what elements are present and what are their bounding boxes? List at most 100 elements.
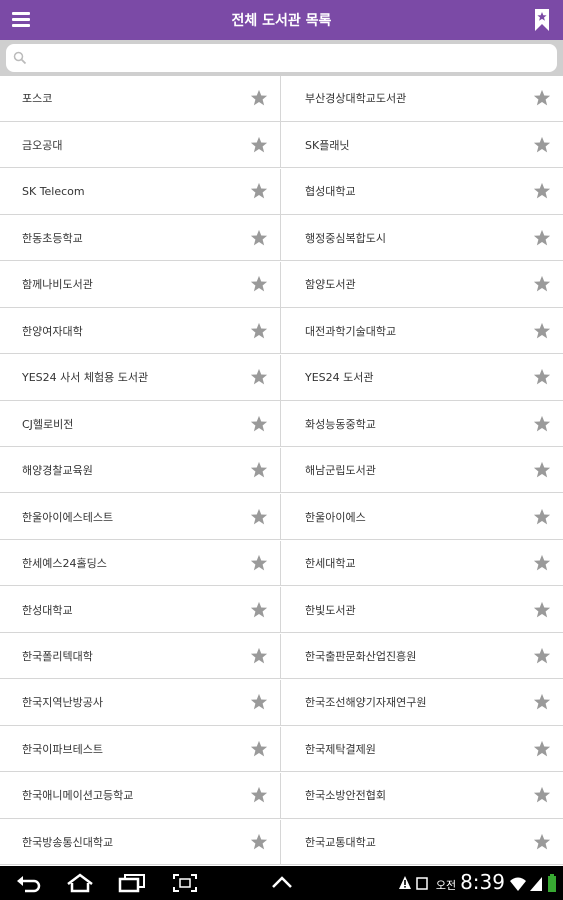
favorite-star-icon[interactable]: [533, 415, 551, 433]
favorite-star-icon[interactable]: [250, 322, 268, 340]
library-name: SK Telecom: [22, 184, 85, 198]
favorite-star-icon[interactable]: [533, 136, 551, 154]
notification-icons: [399, 876, 428, 890]
library-list-item[interactable]: 한국애니메이션고등학교: [0, 773, 281, 819]
library-list-item[interactable]: 한성대학교: [0, 587, 281, 633]
screenshot-icon[interactable]: [172, 873, 198, 893]
library-list-item[interactable]: 금오공대: [0, 122, 281, 169]
library-list-item[interactable]: 포스코: [0, 76, 281, 122]
clock-ampm: 오전: [435, 879, 457, 892]
library-list-item[interactable]: 함양도서관: [281, 262, 563, 308]
signal-icon: [530, 877, 542, 891]
library-list-item[interactable]: 해남군립도서관: [281, 448, 563, 494]
favorite-star-icon[interactable]: [533, 740, 551, 758]
library-name: 부산경상대학교도서관: [305, 92, 407, 106]
favorite-star-icon[interactable]: [250, 786, 268, 804]
favorite-star-icon[interactable]: [533, 275, 551, 293]
library-list-item[interactable]: 협성대학교: [281, 169, 563, 215]
library-list-item[interactable]: 한국지역난방공사: [0, 680, 281, 726]
library-list-item[interactable]: 한국폴리텍대학: [0, 633, 281, 680]
favorite-star-icon[interactable]: [250, 136, 268, 154]
chevron-up-icon[interactable]: [271, 873, 293, 893]
favorite-star-icon[interactable]: [250, 275, 268, 293]
library-name: 한국교통대학교: [305, 835, 376, 849]
favorite-star-icon[interactable]: [250, 740, 268, 758]
library-list-item[interactable]: 함께나비도서관: [0, 261, 281, 308]
favorite-star-icon[interactable]: [250, 554, 268, 572]
library-list-item[interactable]: 한울아이에스테스트: [0, 494, 281, 540]
library-list-item[interactable]: 한양여자대학: [0, 308, 281, 355]
favorite-star-icon[interactable]: [250, 508, 268, 526]
favorite-star-icon[interactable]: [533, 833, 551, 851]
favorite-star-icon[interactable]: [250, 229, 268, 247]
favorite-star-icon[interactable]: [533, 693, 551, 711]
recent-apps-icon[interactable]: [118, 873, 146, 893]
library-list-item[interactable]: 한국이파브테스트: [0, 726, 281, 773]
library-list-item[interactable]: 화성능동중학교: [281, 401, 563, 447]
search-input[interactable]: [6, 44, 557, 72]
library-name: 한세대학교: [305, 557, 356, 571]
library-list-item[interactable]: 한국방송통신대학교: [0, 819, 281, 866]
library-list-item[interactable]: 한울아이에스: [281, 494, 563, 540]
favorite-star-icon[interactable]: [533, 368, 551, 386]
library-name: 금오공대: [22, 138, 63, 152]
library-name: 함께나비도서관: [22, 278, 93, 292]
library-list-item[interactable]: SK Telecom: [0, 168, 281, 215]
favorite-star-icon[interactable]: [250, 415, 268, 433]
favorite-star-icon[interactable]: [533, 89, 551, 107]
library-name: 한양여자대학: [22, 324, 83, 338]
library-name: YES24 도서관: [305, 371, 374, 385]
battery-icon: [548, 874, 556, 892]
library-name: 한국지역난방공사: [22, 696, 103, 710]
favorite-star-icon[interactable]: [250, 833, 268, 851]
library-list-item[interactable]: 한국제탁결제원: [281, 727, 563, 773]
library-list-item[interactable]: 한국조선해양기자재연구원: [281, 680, 563, 726]
favorite-star-icon[interactable]: [250, 601, 268, 619]
favorite-star-icon[interactable]: [250, 182, 268, 200]
favorite-star-icon[interactable]: [533, 461, 551, 479]
library-list-item[interactable]: 한동초등학교: [0, 215, 281, 262]
library-list-item[interactable]: 한빛도서관: [281, 587, 563, 633]
favorite-star-icon[interactable]: [533, 647, 551, 665]
library-name: 행정중심복합도시: [305, 231, 386, 245]
library-name: 한국이파브테스트: [22, 742, 103, 756]
library-name: 한국제탁결제원: [305, 742, 376, 756]
home-icon[interactable]: [66, 873, 94, 893]
library-name: 한국출판문화산업진흥원: [305, 649, 417, 663]
back-icon[interactable]: [16, 873, 42, 893]
library-list-item[interactable]: 해양경찰교육원: [0, 447, 281, 494]
favorite-star-icon[interactable]: [250, 647, 268, 665]
library-list-item[interactable]: 부산경상대학교도서관: [281, 76, 563, 122]
app-bar: 전체 도서관 목록: [0, 0, 563, 40]
library-list: 포스코 부산경상대학교도서관금오공대 SK플래닛 SK Telecom 협성대학교한동초…: [0, 76, 563, 866]
library-name: 한성대학교: [22, 603, 73, 617]
library-list-item[interactable]: 대전과학기술대학교: [281, 308, 563, 355]
library-list-item[interactable]: 행정중심복합도시: [281, 215, 563, 262]
hamburger-menu-icon[interactable]: [10, 9, 32, 31]
library-list-item[interactable]: 한세예스24홀딩스: [0, 540, 281, 587]
library-list-item[interactable]: 한국소방안전협회: [281, 773, 563, 819]
wifi-icon: [510, 877, 526, 891]
library-list-item[interactable]: 한국출판문화산업진흥원: [281, 634, 563, 680]
library-list-item[interactable]: SK플래닛: [281, 122, 563, 169]
favorite-star-icon[interactable]: [250, 368, 268, 386]
bookmark-icon[interactable]: [533, 8, 551, 32]
library-name: 한동초등학교: [22, 231, 83, 245]
favorite-star-icon[interactable]: [533, 508, 551, 526]
status-clock: 오전 8:39: [436, 870, 505, 894]
favorite-star-icon[interactable]: [533, 601, 551, 619]
favorite-star-icon[interactable]: [533, 182, 551, 200]
favorite-star-icon[interactable]: [533, 786, 551, 804]
library-list-item[interactable]: YES24 사서 체험용 도서관: [0, 354, 281, 401]
favorite-star-icon[interactable]: [533, 554, 551, 572]
library-list-item[interactable]: 한국교통대학교: [281, 820, 563, 866]
library-list-item[interactable]: CJ헬로비전: [0, 401, 281, 447]
library-list-item[interactable]: YES24 도서관: [281, 355, 563, 401]
library-list-item[interactable]: 한세대학교: [281, 541, 563, 587]
favorite-star-icon[interactable]: [250, 89, 268, 107]
favorite-star-icon[interactable]: [533, 322, 551, 340]
favorite-star-icon[interactable]: [250, 693, 268, 711]
system-navigation-bar: 오전 8:39: [0, 866, 563, 900]
favorite-star-icon[interactable]: [250, 461, 268, 479]
favorite-star-icon[interactable]: [533, 229, 551, 247]
